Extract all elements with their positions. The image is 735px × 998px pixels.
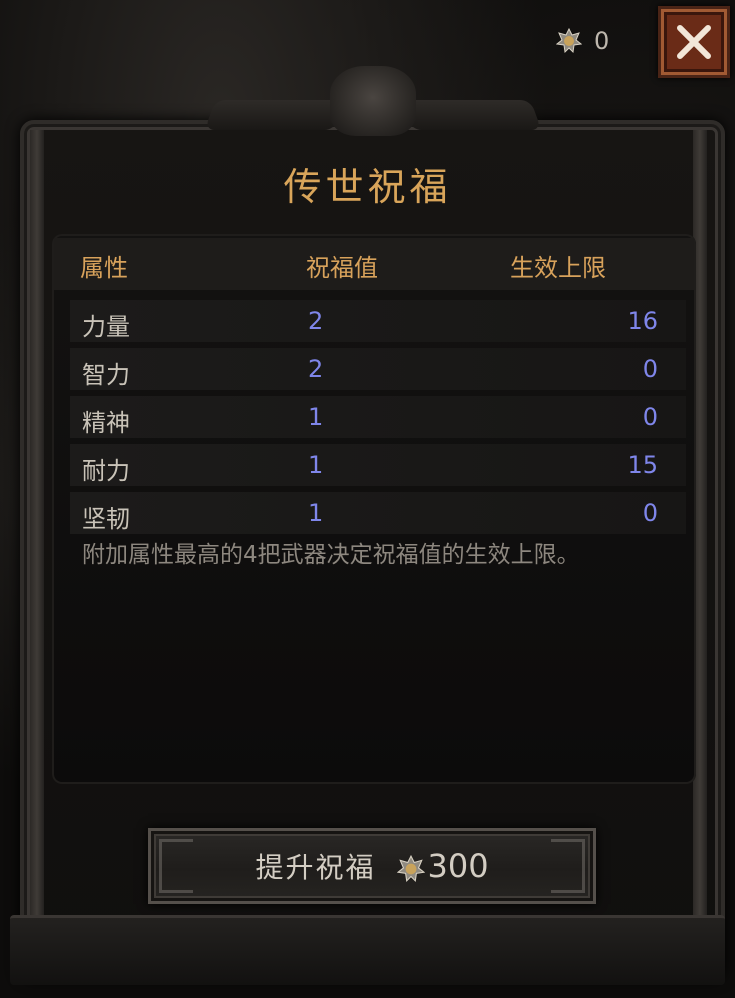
table-row: 坚韧 1 0 [70,492,686,534]
attribute-name: 精神 [82,409,130,437]
upgrade-cost: 300 [397,847,489,885]
currency-count: 0 [594,27,610,55]
frame-crest [330,66,416,136]
frame-ornament-left [204,100,346,130]
table-row: 耐力 1 15 [70,444,686,486]
effective-cap: 0 [642,355,658,383]
header-blessing-value: 祝福值 [306,254,378,282]
effective-cap: 0 [642,499,658,527]
cap-explanation-note: 附加属性最高的4把武器决定祝福值的生效上限。 [82,542,580,568]
table-row: 智力 2 0 [70,348,686,390]
effective-cap: 15 [627,451,658,479]
upgrade-cost-amount: 300 [427,847,489,885]
attribute-name: 耐力 [82,457,130,485]
header-attribute: 属性 [80,254,128,282]
upgrade-blessing-button[interactable]: 提升祝福 300 [148,828,596,904]
blessing-value: 1 [308,451,324,479]
button-corner-ornament [551,839,585,893]
blessing-value: 2 [308,307,324,335]
upgrade-button-label: 提升祝福 [255,851,376,884]
attribute-name: 智力 [82,361,130,389]
effective-cap: 0 [642,403,658,431]
blessing-value: 1 [308,403,324,431]
attribute-name: 力量 [82,313,130,341]
table-row: 力量 2 16 [70,300,686,342]
gem-currency-icon [397,853,426,882]
table-header: 属性 祝福值 生效上限 [54,238,694,290]
frame-ornament-right [400,100,542,130]
blessing-value: 2 [308,355,324,383]
table-row: 精神 1 0 [70,396,686,438]
frame-base [10,915,725,985]
close-button[interactable] [658,6,730,78]
blessing-value: 1 [308,499,324,527]
effective-cap: 16 [627,307,658,335]
frame-pillar-left [30,130,44,920]
button-corner-ornament [159,839,193,893]
close-icon [677,25,711,59]
gem-currency-icon [555,27,583,54]
currency-display: 0 [555,26,610,56]
panel-title: 传世祝福 [283,165,452,209]
header-effective-cap: 生效上限 [510,254,606,282]
attribute-name: 坚韧 [82,505,130,533]
